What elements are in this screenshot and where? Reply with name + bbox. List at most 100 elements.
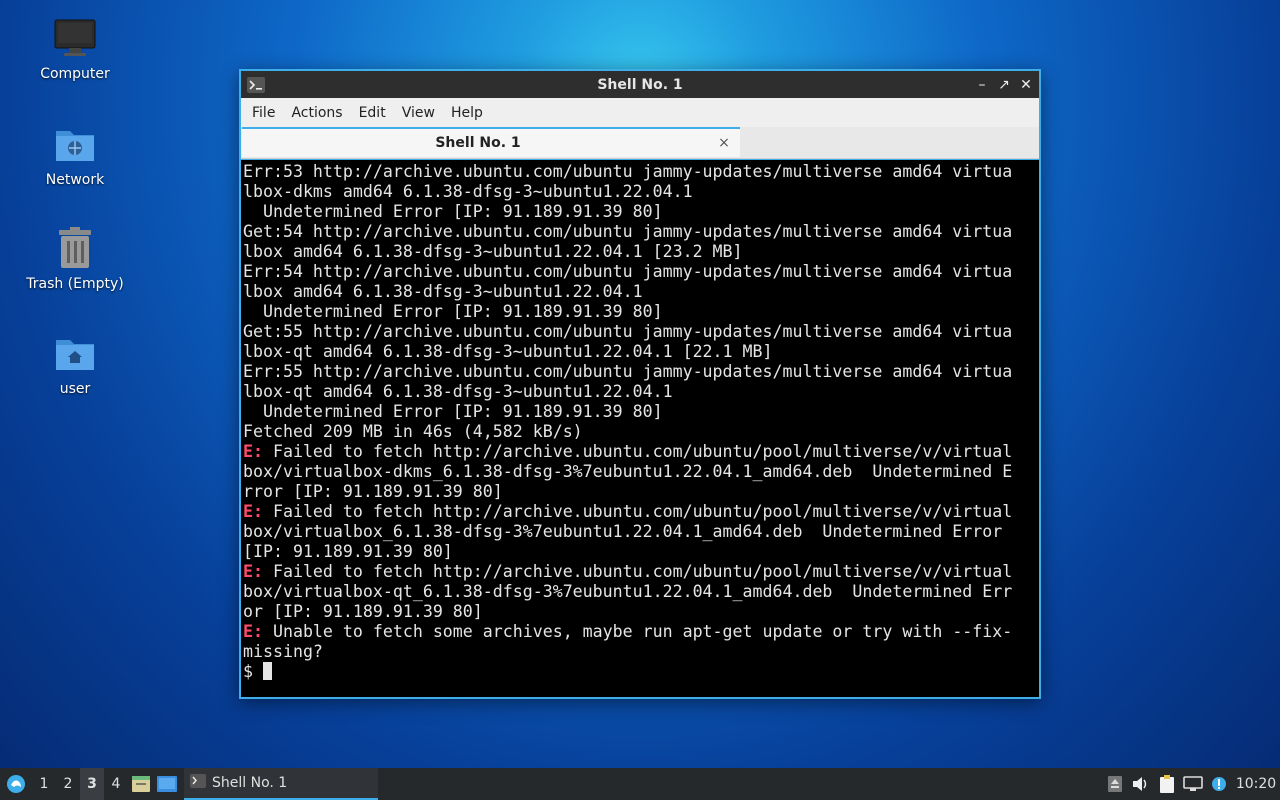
terminal-line-text: Undetermined Error [IP: 91.189.91.39 80]	[243, 302, 663, 321]
error-prefix: E:	[243, 502, 263, 521]
terminal-line: E: Failed to fetch http://archive.ubuntu…	[243, 502, 1039, 522]
close-button[interactable]: ✕	[1019, 77, 1033, 93]
terminal-line-text: lbox-dkms amd64 6.1.38-dfsg-3~ubuntu1.22…	[243, 182, 693, 201]
computer-icon	[53, 16, 97, 60]
terminal-line: Fetched 209 MB in 46s (4,582 kB/s)	[243, 422, 1039, 442]
terminal-line: Undetermined Error [IP: 91.189.91.39 80]	[243, 202, 1039, 222]
clock[interactable]: 10:20	[1232, 776, 1280, 792]
desktop-icon-label: Computer	[40, 66, 110, 82]
terminal-line: box/virtualbox_6.1.38-dfsg-3%7eubuntu1.2…	[243, 522, 1039, 542]
desktop-icon-label: Trash (Empty)	[26, 276, 124, 292]
desktop-icon-user[interactable]: user	[20, 331, 130, 397]
terminal-line: missing?	[243, 642, 1039, 662]
terminal-line-text: lbox amd64 6.1.38-dfsg-3~ubuntu1.22.04.1	[243, 282, 643, 301]
terminal-line: Err:53 http://archive.ubuntu.com/ubuntu …	[243, 162, 1039, 182]
terminal-line-text: Failed to fetch http://archive.ubuntu.co…	[262, 442, 1013, 461]
terminal-line-text: lbox-qt amd64 6.1.38-dfsg-3~ubuntu1.22.0…	[243, 342, 773, 361]
text-cursor	[262, 662, 272, 680]
terminal-line: lbox-dkms amd64 6.1.38-dfsg-3~ubuntu1.22…	[243, 182, 1039, 202]
menu-help[interactable]: Help	[443, 105, 491, 121]
title-bar[interactable]: Shell No. 1 – ↗ ✕	[241, 71, 1039, 98]
prompt-line[interactable]: $	[243, 662, 1039, 682]
terminal-line: E: Failed to fetch http://archive.ubuntu…	[243, 442, 1039, 462]
terminal-line: E: Unable to fetch some archives, maybe …	[243, 622, 1039, 642]
terminal-line-text: Err:54 http://archive.ubuntu.com/ubuntu …	[243, 262, 1013, 281]
terminal-line-text: or [IP: 91.189.91.39 80]	[243, 602, 483, 621]
terminal-line-text: Unable to fetch some archives, maybe run…	[262, 622, 1013, 641]
terminal-line: box/virtualbox-dkms_6.1.38-dfsg-3%7eubun…	[243, 462, 1039, 482]
menu-actions[interactable]: Actions	[283, 105, 350, 121]
menu-view[interactable]: View	[394, 105, 443, 121]
workspace-1[interactable]: 1	[32, 768, 56, 800]
desktop-icon-trash[interactable]: Trash (Empty)	[20, 226, 130, 292]
volume-icon[interactable]	[1128, 768, 1154, 800]
tab-label: Shell No. 1	[435, 135, 521, 151]
terminal-line-text: Err:53 http://archive.ubuntu.com/ubuntu …	[243, 162, 1013, 181]
terminal-line-text: missing?	[243, 642, 323, 661]
workspace-4[interactable]: 4	[104, 768, 128, 800]
terminal-line-text: Undetermined Error [IP: 91.189.91.39 80]	[243, 402, 663, 421]
notification-icon[interactable]	[1206, 768, 1232, 800]
system-tray: 10:20	[1102, 768, 1280, 800]
terminal-line: lbox amd64 6.1.38-dfsg-3~ubuntu1.22.04.1	[243, 282, 1039, 302]
terminal-task-icon	[190, 774, 206, 792]
error-prefix: E:	[243, 622, 263, 641]
menu-edit[interactable]: Edit	[351, 105, 394, 121]
terminal-line-text: Get:55 http://archive.ubuntu.com/ubuntu …	[243, 322, 1013, 341]
terminal-line-text: rror [IP: 91.189.91.39 80]	[243, 482, 503, 501]
menu-file[interactable]: File	[244, 105, 283, 121]
clipboard-icon[interactable]	[1154, 768, 1180, 800]
terminal-line-text: box/virtualbox_6.1.38-dfsg-3%7eubuntu1.2…	[243, 522, 1003, 541]
terminal-line-text: Failed to fetch http://archive.ubuntu.co…	[262, 562, 1013, 581]
prompt: $	[243, 662, 263, 681]
terminal-line: [IP: 91.189.91.39 80]	[243, 542, 1039, 562]
terminal-line-text: box/virtualbox-dkms_6.1.38-dfsg-3%7eubun…	[243, 462, 1013, 481]
tab-shell-1[interactable]: Shell No. 1 ×	[242, 127, 740, 157]
desktop-icon-computer[interactable]: Computer	[20, 16, 130, 82]
terminal-line-text: Fetched 209 MB in 46s (4,582 kB/s)	[243, 422, 583, 441]
terminal-line: Undetermined Error [IP: 91.189.91.39 80]	[243, 302, 1039, 322]
eject-icon[interactable]	[1102, 768, 1128, 800]
desktop-icon-label: user	[59, 381, 91, 397]
terminal-app-icon[interactable]	[247, 76, 265, 93]
maximize-button[interactable]: ↗	[997, 77, 1011, 93]
minimize-button[interactable]: –	[975, 77, 989, 93]
workspace-3[interactable]: 3	[80, 768, 104, 800]
terminal-line: rror [IP: 91.189.91.39 80]	[243, 482, 1039, 502]
menu-bar: File Actions Edit View Help	[241, 98, 1039, 127]
close-tab-icon[interactable]: ×	[714, 135, 734, 151]
terminal-line-text: Undetermined Error [IP: 91.189.91.39 80]	[243, 202, 663, 221]
task-title: Shell No. 1	[212, 775, 288, 791]
terminal-line: lbox-qt amd64 6.1.38-dfsg-3~ubuntu1.22.0…	[243, 382, 1039, 402]
network-icon[interactable]	[1180, 768, 1206, 800]
terminal-line: box/virtualbox-qt_6.1.38-dfsg-3%7eubuntu…	[243, 582, 1039, 602]
taskbar-task-shell[interactable]: Shell No. 1	[184, 768, 378, 800]
window-title: Shell No. 1	[597, 76, 683, 93]
terminal-line-text: Failed to fetch http://archive.ubuntu.co…	[262, 502, 1013, 521]
network-folder-icon	[53, 122, 97, 166]
terminal-line-text: lbox-qt amd64 6.1.38-dfsg-3~ubuntu1.22.0…	[243, 382, 673, 401]
terminal-line: Undetermined Error [IP: 91.189.91.39 80]	[243, 402, 1039, 422]
taskbar: 1 2 3 4 Shell No. 1 10:20	[0, 768, 1280, 800]
terminal-line-text: Get:54 http://archive.ubuntu.com/ubuntu …	[243, 222, 1013, 241]
file-manager-icon[interactable]	[128, 768, 154, 800]
terminal-line: lbox-qt amd64 6.1.38-dfsg-3~ubuntu1.22.0…	[243, 342, 1039, 362]
terminal-window: Shell No. 1 – ↗ ✕ File Actions Edit View…	[239, 69, 1041, 699]
error-prefix: E:	[243, 562, 263, 581]
tab-bar: Shell No. 1 ×	[241, 127, 1039, 159]
terminal-line: Err:55 http://archive.ubuntu.com/ubuntu …	[243, 362, 1039, 382]
show-desktop-icon[interactable]	[154, 768, 180, 800]
application-menu-icon[interactable]	[0, 768, 32, 800]
terminal-line: E: Failed to fetch http://archive.ubuntu…	[243, 562, 1039, 582]
terminal-line-text: box/virtualbox-qt_6.1.38-dfsg-3%7eubuntu…	[243, 582, 1013, 601]
terminal-line: lbox amd64 6.1.38-dfsg-3~ubuntu1.22.04.1…	[243, 242, 1039, 262]
desktop-icon-label: Network	[45, 172, 105, 188]
terminal-output[interactable]: Err:53 http://archive.ubuntu.com/ubuntu …	[241, 160, 1039, 697]
terminal-line: Get:55 http://archive.ubuntu.com/ubuntu …	[243, 322, 1039, 342]
terminal-line: or [IP: 91.189.91.39 80]	[243, 602, 1039, 622]
workspace-2[interactable]: 2	[56, 768, 80, 800]
terminal-line: Get:54 http://archive.ubuntu.com/ubuntu …	[243, 222, 1039, 242]
terminal-line-text: Err:55 http://archive.ubuntu.com/ubuntu …	[243, 362, 1013, 381]
desktop-icon-network[interactable]: Network	[20, 122, 130, 188]
terminal-line: Err:54 http://archive.ubuntu.com/ubuntu …	[243, 262, 1039, 282]
